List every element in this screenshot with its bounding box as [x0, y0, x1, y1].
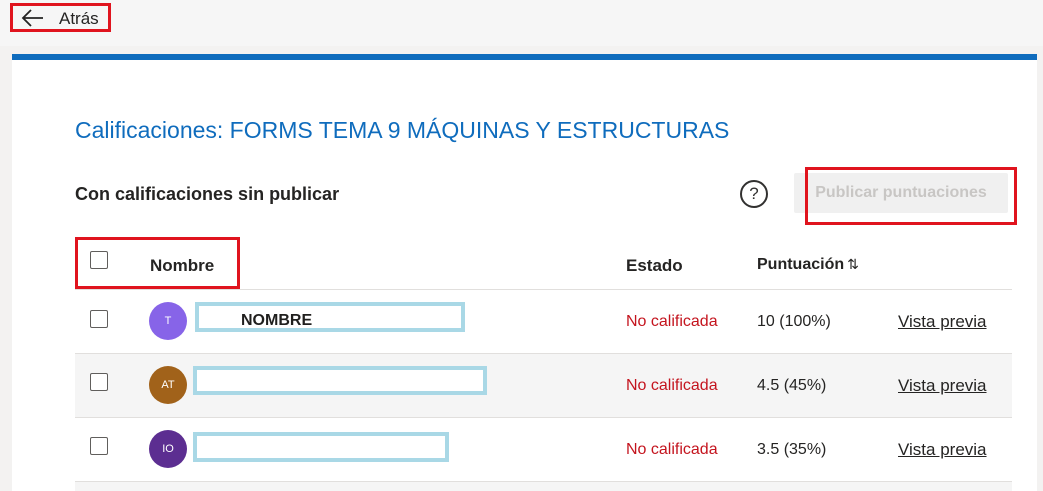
preview-link[interactable]: Vista previa [898, 312, 987, 332]
avatar: T [149, 302, 187, 340]
left-gutter [0, 46, 12, 491]
row-checkbox[interactable] [90, 437, 108, 455]
top-bar [0, 0, 1043, 46]
section-subtitle: Con calificaciones sin publicar [75, 184, 340, 204]
student-name: NOMBRE [241, 312, 313, 329]
score-value: 10 (100%) [757, 313, 831, 330]
sort-icon: ⇅ [847, 256, 859, 272]
score-value: 3.5 (35%) [757, 441, 827, 458]
arrow-left-icon [21, 9, 43, 27]
student-name-box [195, 302, 465, 332]
status-label: No calificada [626, 377, 718, 394]
column-header-score[interactable]: Puntuación ⇅ [757, 256, 859, 274]
score-value: 4.5 (45%) [757, 377, 827, 394]
back-label: Atrás [59, 9, 99, 28]
row-checkbox[interactable] [90, 373, 108, 391]
avatar: IO [149, 430, 187, 468]
table-row-partial [75, 482, 1012, 491]
preview-link[interactable]: Vista previa [898, 376, 987, 396]
page-title: Calificaciones: FORMS TEMA 9 MÁQUINAS Y … [75, 117, 730, 143]
status-label: No calificada [626, 441, 718, 458]
accent-rule [12, 54, 1037, 60]
back-button[interactable]: Atrás [10, 3, 111, 32]
help-button[interactable]: ? [740, 180, 768, 208]
panel-top-spacer [12, 46, 1037, 54]
column-header-status: Estado [626, 256, 683, 275]
score-header-label: Puntuación [757, 256, 845, 273]
row-checkbox[interactable] [90, 310, 108, 328]
status-label: No calificada [626, 313, 718, 330]
avatar: AT [149, 366, 187, 404]
preview-link[interactable]: Vista previa [898, 440, 987, 460]
help-icon: ? [749, 184, 759, 203]
right-edge [1037, 46, 1043, 491]
publish-highlight-box [805, 167, 1017, 225]
header-highlight-box [75, 237, 240, 289]
student-name-box [193, 432, 449, 462]
student-name-box [193, 366, 487, 395]
